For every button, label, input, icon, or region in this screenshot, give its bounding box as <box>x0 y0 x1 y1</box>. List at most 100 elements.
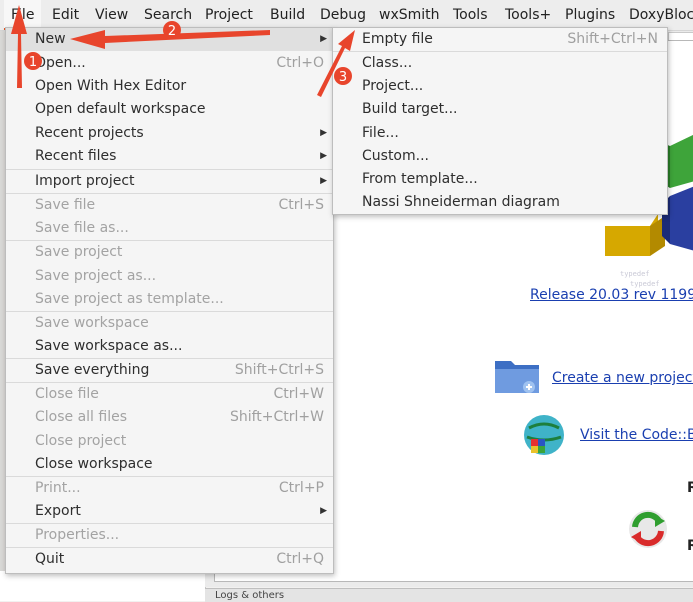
menu-tools-plus[interactable]: Tools+ <box>505 0 551 30</box>
file-menu-save-project[interactable]: Save project <box>6 241 333 264</box>
file-menu-open-default-workspace[interactable]: Open default workspace <box>6 98 333 121</box>
menu-view[interactable]: View <box>95 0 128 30</box>
new-menu-from-template[interactable]: From template... <box>333 168 667 191</box>
submenu-arrow-icon: ▶ <box>320 34 327 44</box>
file-menu-label: Close file <box>35 386 99 402</box>
new-project-folder-icon <box>495 361 539 393</box>
shortcut-label: Ctrl+W <box>273 386 324 402</box>
file-menu-quit[interactable]: Quit Ctrl+Q <box>6 548 333 571</box>
svg-text:typedef: typedef <box>620 270 650 278</box>
submenu-arrow-icon: ▶ <box>320 151 327 161</box>
file-menu-label: Save project as template... <box>35 291 224 307</box>
menu-search[interactable]: Search <box>144 0 192 30</box>
logo-cube-yellow <box>605 214 665 256</box>
file-menu: New ▶ Open... Ctrl+O Open With Hex Editor … <box>5 27 334 574</box>
file-menu-open[interactable]: Open... Ctrl+O <box>6 52 333 75</box>
new-menu-label: Build target... <box>362 101 458 117</box>
new-menu-build-target[interactable]: Build target... <box>333 98 667 121</box>
globe-icon <box>524 415 564 455</box>
file-menu-import-project[interactable]: Import project ▶ <box>6 170 333 193</box>
file-menu-save-everything[interactable]: Save everything Shift+Ctrl+S <box>6 359 333 382</box>
menu-tools[interactable]: Tools <box>453 0 488 30</box>
submenu-arrow-icon: ▶ <box>320 506 327 516</box>
file-menu-label: Save project as... <box>35 268 157 284</box>
new-menu-label: Class... <box>362 55 413 71</box>
menu-wxsmith[interactable]: wxSmith <box>379 0 440 30</box>
new-menu-label: File... <box>362 125 399 141</box>
file-menu-label: Open default workspace <box>35 101 206 117</box>
logs-panel-tab[interactable]: Logs & others <box>205 588 693 602</box>
truncated-r-text-2: R <box>687 538 693 554</box>
shortcut-label: Ctrl+S <box>278 197 324 213</box>
file-menu-properties[interactable]: Properties... <box>6 524 333 547</box>
file-menu-label: Recent projects <box>35 125 144 141</box>
release-link[interactable]: Release 20.03 rev 11997 <box>530 287 693 303</box>
shortcut-label: Ctrl+Q <box>276 551 324 567</box>
file-menu-label: Quit <box>35 551 65 567</box>
file-menu-recent-projects[interactable]: Recent projects ▶ <box>6 122 333 145</box>
new-menu-custom[interactable]: Custom... <box>333 145 667 168</box>
file-menu-label: Save everything <box>35 362 150 378</box>
file-menu-label: Open... <box>35 55 86 71</box>
file-menu-close-workspace[interactable]: Close workspace <box>6 453 333 476</box>
new-menu-label: Empty file <box>362 31 433 47</box>
file-menu-save-workspace[interactable]: Save workspace <box>6 312 333 335</box>
submenu-arrow-icon: ▶ <box>320 176 327 186</box>
file-menu-export[interactable]: Export ▶ <box>6 500 333 523</box>
file-menu-close-all-files[interactable]: Close all files Shift+Ctrl+W <box>6 406 333 429</box>
submenu-arrow-icon: ▶ <box>320 128 327 138</box>
shortcut-label: Shift+Ctrl+W <box>229 409 324 425</box>
menu-project[interactable]: Project <box>205 0 253 30</box>
file-menu-label: Recent files <box>35 148 117 164</box>
new-menu-nassi-shneiderman[interactable]: Nassi Shneiderman diagram <box>333 191 667 214</box>
file-menu-open-hex[interactable]: Open With Hex Editor <box>6 75 333 98</box>
file-menu-print[interactable]: Print... Ctrl+P <box>6 477 333 500</box>
file-menu-label: Export <box>35 503 81 519</box>
file-menu-close-project[interactable]: Close project <box>6 430 333 453</box>
file-menu-label: Properties... <box>35 527 120 543</box>
new-menu-file[interactable]: File... <box>333 122 667 145</box>
menu-edit[interactable]: Edit <box>52 0 79 30</box>
file-menu-label: Close all files <box>35 409 128 425</box>
file-menu-label: Save workspace <box>35 315 149 331</box>
new-menu-project[interactable]: Project... <box>333 75 667 98</box>
truncated-r-text-1: R <box>687 480 693 496</box>
file-menu-label: Import project <box>35 173 135 189</box>
new-submenu: Empty file Shift+Ctrl+N Class... Project.… <box>332 27 668 215</box>
file-menu-label: Close project <box>35 433 127 449</box>
file-menu-label: Save file <box>35 197 96 213</box>
file-menu-label: Save workspace as... <box>35 338 183 354</box>
shortcut-label: Shift+Ctrl+N <box>567 31 658 47</box>
create-project-link[interactable]: Create a new project <box>552 370 693 386</box>
shortcut-label: Ctrl+P <box>278 480 324 496</box>
file-menu-label: Open With Hex Editor <box>35 78 187 94</box>
file-menu-save-file[interactable]: Save file Ctrl+S <box>6 194 333 217</box>
menu-debug[interactable]: Debug <box>320 0 366 30</box>
file-menu-recent-files[interactable]: Recent files ▶ <box>6 145 333 168</box>
refresh-icon <box>629 510 667 548</box>
new-menu-empty-file[interactable]: Empty file Shift+Ctrl+N <box>333 28 667 51</box>
new-menu-label: Nassi Shneiderman diagram <box>362 194 560 210</box>
file-menu-save-project-template[interactable]: Save project as template... <box>6 288 333 311</box>
menu-file[interactable]: File <box>4 0 42 30</box>
file-menu-label: New <box>35 31 66 47</box>
menu-build[interactable]: Build <box>270 0 305 30</box>
logs-tab-label: Logs & others <box>215 590 285 601</box>
shortcut-label: Ctrl+O <box>276 55 324 71</box>
file-menu-save-project-as[interactable]: Save project as... <box>6 265 333 288</box>
file-menu-new[interactable]: New ▶ <box>6 28 333 51</box>
shortcut-label: Shift+Ctrl+S <box>234 362 324 378</box>
file-menu-save-file-as[interactable]: Save file as... <box>6 217 333 240</box>
file-menu-label: Print... <box>35 480 81 496</box>
menu-plugins[interactable]: Plugins <box>565 0 615 30</box>
file-menu-close-file[interactable]: Close file Ctrl+W <box>6 383 333 406</box>
visit-codeblocks-link[interactable]: Visit the Code::Bl <box>580 427 693 443</box>
file-menu-save-workspace-as[interactable]: Save workspace as... <box>6 335 333 358</box>
file-menu-label: Save file as... <box>35 220 129 236</box>
new-menu-label: Project... <box>362 78 424 94</box>
file-menu-label: Save project <box>35 244 123 260</box>
menu-doxyblocks[interactable]: DoxyBlock <box>629 0 693 30</box>
new-menu-label: Custom... <box>362 148 429 164</box>
new-menu-class[interactable]: Class... <box>333 52 667 75</box>
new-menu-label: From template... <box>362 171 478 187</box>
